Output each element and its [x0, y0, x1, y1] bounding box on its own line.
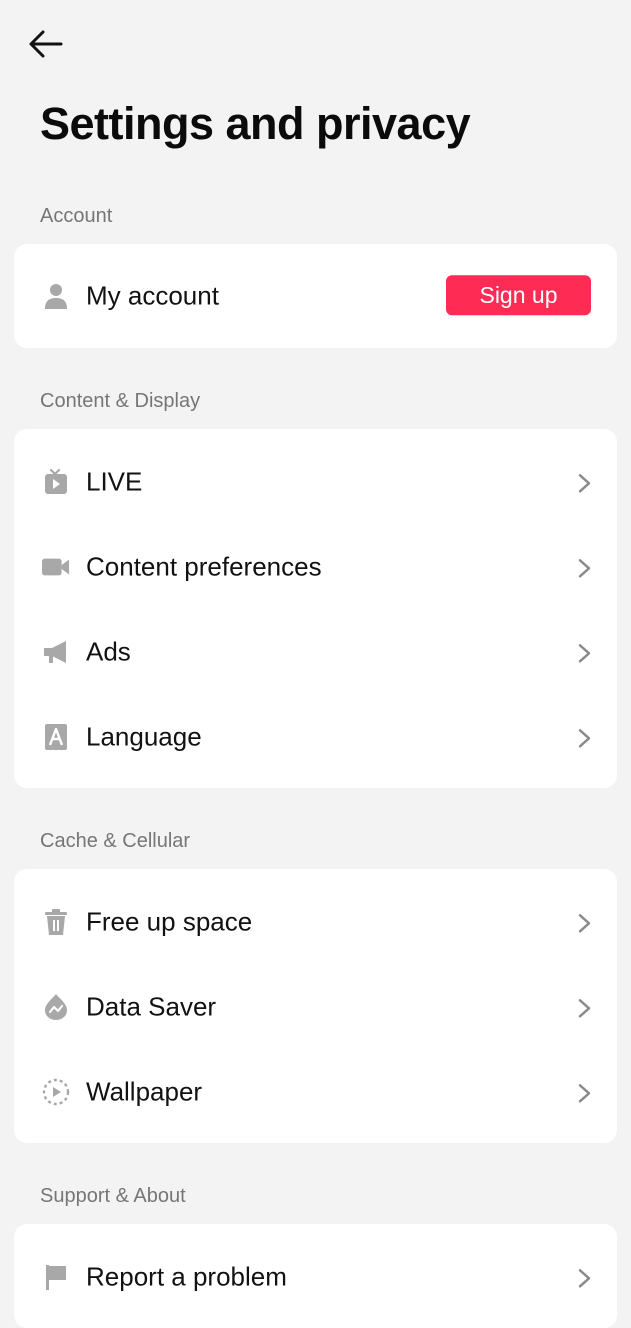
live-tv-icon	[42, 468, 70, 496]
menu-item-live[interactable]: LIVE	[14, 439, 617, 524]
section-label-account: Account	[40, 205, 113, 227]
chevron-right-icon	[578, 1083, 591, 1103]
chevron-right-icon	[578, 728, 591, 748]
section-label-content-display: Content & Display	[40, 390, 201, 412]
menu-item-label: Wallpaper	[86, 1076, 203, 1106]
language-icon	[42, 723, 70, 751]
menu-item-label: Report a problem	[86, 1261, 287, 1291]
content-display-card: LIVE Content preferences Ads Language	[14, 429, 617, 788]
support-about-card: Report a problem	[14, 1224, 617, 1328]
wallpaper-icon	[42, 1078, 70, 1106]
menu-item-my-account[interactable]: My account Sign up	[14, 244, 617, 348]
menu-item-content-preferences[interactable]: Content preferences	[14, 524, 617, 609]
sign-up-button[interactable]: Sign up	[446, 275, 591, 316]
chevron-right-icon	[578, 1268, 591, 1288]
menu-item-label: LIVE	[86, 466, 143, 496]
person-icon	[42, 282, 70, 310]
arrow-left-icon	[29, 30, 63, 58]
video-camera-icon	[42, 553, 70, 581]
chevron-right-icon	[578, 998, 591, 1018]
megaphone-icon	[42, 638, 70, 666]
menu-item-ads[interactable]: Ads	[14, 609, 617, 694]
menu-item-language[interactable]: Language	[14, 694, 617, 779]
back-button[interactable]	[24, 22, 68, 66]
menu-item-data-saver[interactable]: Data Saver	[14, 964, 617, 1049]
account-card: My account Sign up	[14, 244, 617, 348]
menu-item-label: Ads	[86, 636, 131, 666]
menu-item-wallpaper[interactable]: Wallpaper	[14, 1049, 617, 1134]
chevron-right-icon	[578, 643, 591, 663]
menu-item-label: Data Saver	[86, 991, 217, 1021]
menu-item-report-a-problem[interactable]: Report a problem	[14, 1234, 617, 1319]
menu-item-label: Language	[86, 721, 202, 751]
page-title: Settings and privacy	[40, 98, 471, 149]
menu-item-label: Content preferences	[86, 551, 322, 581]
menu-item-label: My account	[86, 280, 219, 311]
section-label-support-about: Support & About	[40, 1185, 186, 1207]
menu-item-free-up-space[interactable]: Free up space	[14, 879, 617, 964]
data-saver-icon	[42, 993, 70, 1021]
cache-cellular-card: Free up space Data Saver Wallpaper	[14, 869, 617, 1143]
section-label-cache-cellular: Cache & Cellular	[40, 830, 191, 852]
chevron-right-icon	[578, 913, 591, 933]
chevron-right-icon	[578, 473, 591, 493]
flag-icon	[42, 1263, 70, 1291]
menu-item-label: Free up space	[86, 906, 253, 936]
trash-icon	[42, 908, 70, 936]
chevron-right-icon	[578, 558, 591, 578]
